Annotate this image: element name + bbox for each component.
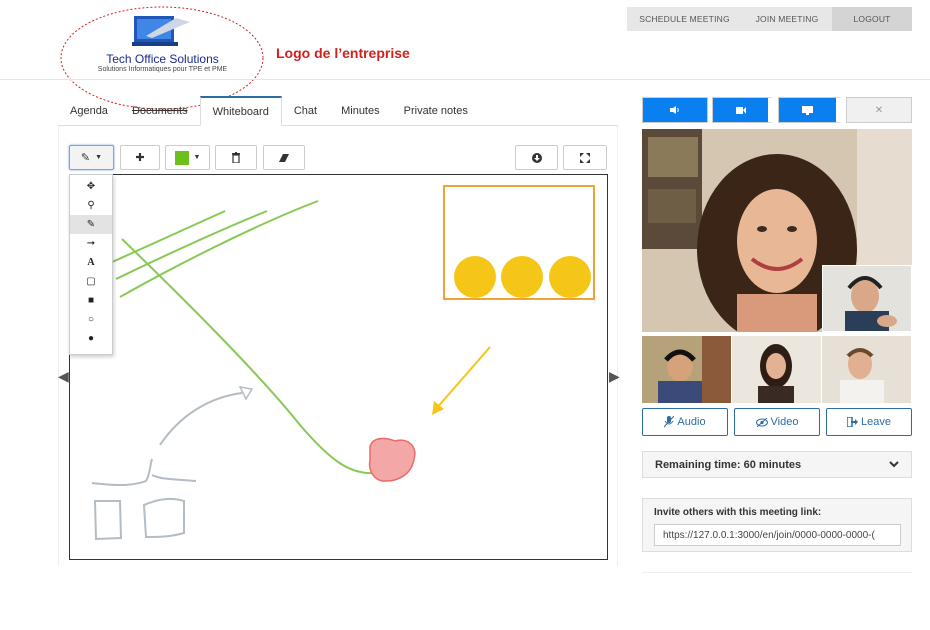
drawn-stroke	[91, 458, 153, 486]
sign-out-icon	[847, 417, 858, 427]
plus-icon: ✚	[135, 152, 145, 164]
self-view-video	[822, 265, 912, 332]
header-divider	[0, 79, 930, 80]
next-arrow-icon[interactable]: ▶	[609, 368, 620, 385]
chevron-down-icon	[889, 461, 899, 468]
drawn-square	[142, 497, 185, 539]
participant-thumb-image	[732, 336, 821, 403]
audio-button[interactable]: Audio	[642, 408, 728, 436]
join-meeting-button[interactable]: JOIN MEETING	[742, 7, 832, 31]
eye-slash-icon	[755, 417, 768, 427]
drawn-circle	[454, 256, 496, 298]
drawn-blob	[368, 437, 416, 482]
audio-toggle-button[interactable]	[642, 97, 708, 123]
whiteboard-canvas[interactable]	[69, 174, 608, 560]
arrow-icon[interactable]: ➞	[70, 234, 112, 253]
logo-name: Tech Office Solutions	[106, 52, 219, 66]
delete-button[interactable]	[215, 145, 257, 170]
leave-button-label: Leave	[861, 416, 891, 428]
media-controls: ✕	[642, 97, 912, 123]
color-picker[interactable]: ▼	[165, 145, 210, 170]
logo-tagline: Solutions Informatiques pour TPE et PME	[97, 66, 228, 73]
eraser-icon	[279, 153, 289, 162]
meeting-tabs: Agenda Documents Whiteboard Chat Minutes…	[58, 96, 618, 126]
tab-whiteboard[interactable]: Whiteboard	[199, 96, 282, 126]
participant-thumb-image	[642, 336, 731, 403]
self-view-image	[823, 266, 911, 331]
eraser-button[interactable]	[263, 145, 305, 170]
logo-caption: Logo de l’entreprise	[276, 45, 410, 61]
remaining-time-label: Remaining time: 60 minutes	[655, 458, 802, 471]
trash-icon	[232, 152, 240, 163]
rect-filled-icon[interactable]: ■	[70, 291, 112, 310]
invite-panel: Invite others with this meeting link: ht…	[642, 498, 912, 552]
video-button-label: Video	[770, 416, 799, 428]
fullscreen-button[interactable]	[563, 145, 607, 170]
circle-filled-icon[interactable]: ●	[70, 329, 112, 348]
whiteboard-drawing	[91, 185, 595, 541]
remaining-time-panel[interactable]: Remaining time: 60 minutes	[642, 451, 912, 478]
bulb-icon[interactable]: ⚲	[70, 196, 112, 215]
close-icon: ✕	[874, 104, 884, 116]
drawn-square	[93, 500, 123, 541]
camera-icon	[735, 106, 746, 114]
tool-menu: ✥ ⚲ ✎ ➞ A ▢ ■ ○ ●	[69, 174, 113, 355]
pen-tool-dropdown[interactable]: ✎ ▼	[69, 145, 114, 170]
move-icon[interactable]: ✥	[70, 177, 112, 196]
top-nav: SCHEDULE MEETING JOIN MEETING LOGOUT	[627, 7, 912, 31]
tab-minutes[interactable]: Minutes	[329, 96, 392, 126]
pencil-icon: ✎	[80, 152, 91, 164]
video-button[interactable]: Video	[734, 408, 820, 436]
download-button[interactable]	[515, 145, 558, 170]
participant-thumb[interactable]	[822, 336, 911, 403]
drawn-stroke	[119, 200, 319, 298]
drawn-stroke	[115, 210, 268, 280]
right-panel-divider	[642, 572, 912, 573]
company-logo: Tech Office Solutions Solutions Informat…	[60, 6, 265, 110]
chevron-down-icon: ▼	[95, 154, 103, 161]
rect-outline-icon[interactable]: ▢	[70, 272, 112, 291]
chevron-down-icon: ▼	[193, 154, 201, 161]
leave-button[interactable]: Leave	[826, 408, 912, 436]
text-icon[interactable]: A	[70, 253, 112, 272]
participant-thumb[interactable]	[642, 336, 731, 403]
add-button[interactable]: ✚	[120, 145, 160, 170]
speaker-icon	[670, 106, 679, 114]
drawn-stroke	[151, 474, 197, 482]
drawn-circle	[549, 256, 591, 298]
pencil-icon[interactable]: ✎	[70, 215, 112, 234]
schedule-meeting-button[interactable]: SCHEDULE MEETING	[627, 7, 742, 31]
drawn-arrow	[435, 346, 491, 410]
participant-thumb-image	[822, 336, 911, 403]
monitor-icon	[802, 105, 813, 115]
audio-button-label: Audio	[677, 416, 706, 428]
tab-chat[interactable]: Chat	[282, 96, 329, 126]
circle-outline-icon[interactable]: ○	[70, 310, 112, 329]
fullscreen-icon	[580, 152, 590, 163]
invite-label: Invite others with this meeting link:	[654, 507, 822, 518]
participant-thumb[interactable]	[732, 336, 821, 403]
video-toggle-button[interactable]	[712, 97, 774, 123]
tab-documents[interactable]: Documents	[120, 96, 200, 126]
tab-agenda[interactable]: Agenda	[58, 96, 120, 126]
tab-private-notes[interactable]: Private notes	[392, 96, 480, 126]
panel-border-right	[617, 126, 618, 566]
drawn-circle	[501, 256, 543, 298]
drawn-stroke	[159, 392, 243, 446]
microphone-muted-icon	[664, 416, 675, 428]
panel-border-left	[58, 126, 59, 566]
screen-share-button[interactable]	[778, 97, 842, 123]
laptop-logo-icon	[132, 16, 190, 46]
meeting-link-input[interactable]: https://127.0.0.1:3000/en/join/0000-0000…	[654, 524, 901, 546]
previous-arrow-icon[interactable]: ◀	[58, 368, 69, 385]
logout-button[interactable]: LOGOUT	[832, 7, 912, 31]
color-swatch	[174, 150, 189, 165]
download-icon	[531, 152, 542, 163]
close-button[interactable]: ✕	[846, 97, 912, 123]
